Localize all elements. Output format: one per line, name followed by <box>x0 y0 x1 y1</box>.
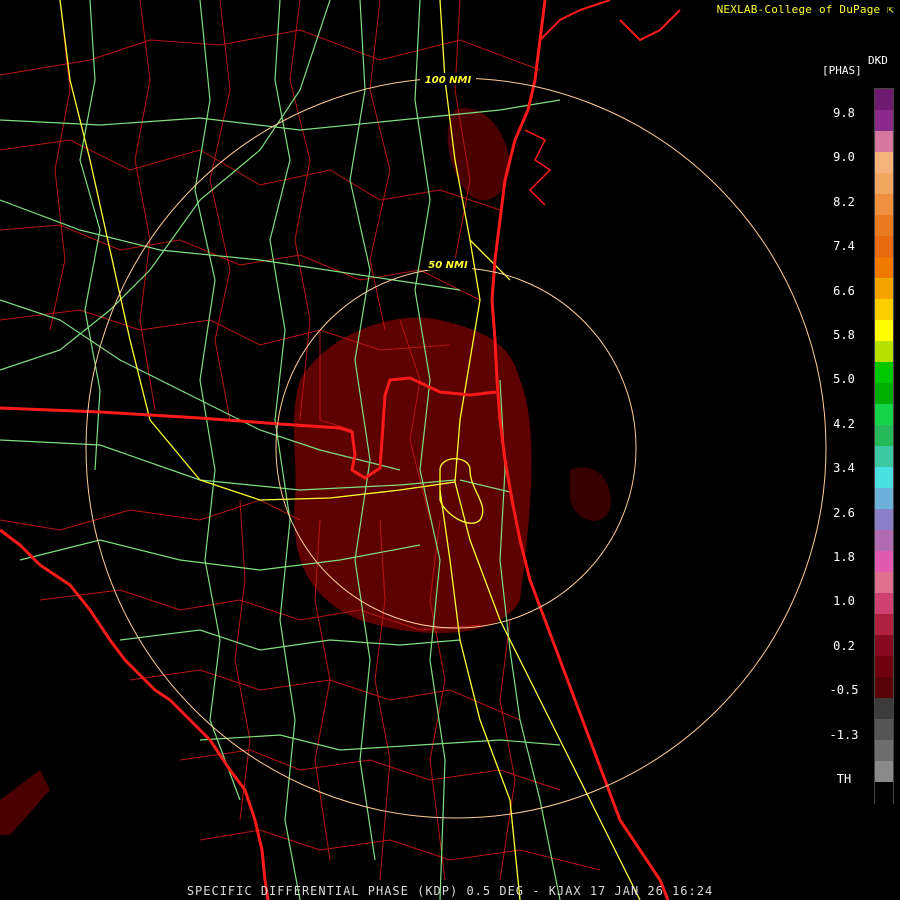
legend-tick-label: 6.6 <box>833 283 855 298</box>
legend-color-segment <box>875 551 893 573</box>
legend-tick-label: 5.0 <box>833 372 855 387</box>
legend-tick-label: -1.3 <box>829 727 859 742</box>
legend-color-segment <box>875 509 893 531</box>
legend-color-segment <box>875 341 893 363</box>
legend-color-segment <box>875 698 893 720</box>
legend-color-segment <box>875 257 893 279</box>
legend-color-segment <box>875 299 893 321</box>
legend-color-segment <box>875 572 893 594</box>
legend-tick-label: 1.8 <box>833 550 855 564</box>
legend-color-bar <box>874 88 894 804</box>
legend-tick-label: TH <box>836 772 852 786</box>
legend-color-segment <box>875 488 893 510</box>
legend-color-segment <box>875 89 893 111</box>
legend-color-segment <box>875 467 893 489</box>
legend-product-code: DKD <box>868 54 888 67</box>
legend-color-segment <box>875 719 893 741</box>
legend-color-segment <box>875 173 893 195</box>
legend-tick-label: -0.5 <box>829 683 859 698</box>
legend-tick-label: 4.2 <box>833 416 855 431</box>
legend-units: [PHAS] <box>822 64 862 77</box>
color-legend: DKD [PHAS] 9.8 9.0 8.2 7.4 6.6 5.8 5.0 4.2 3.4 2.… <box>818 54 900 804</box>
ring-label-50nmi: 50 NMI <box>428 260 468 271</box>
legend-color-segment <box>875 194 893 216</box>
legend-color-segment <box>875 677 893 699</box>
credit-label: NEXLAB-College of DuPage ⇱ <box>716 3 894 16</box>
legend-color-segment <box>875 383 893 405</box>
legend-color-segment <box>875 782 893 804</box>
legend-color-segment <box>875 320 893 342</box>
legend-tick-label: 8.2 <box>833 194 855 209</box>
legend-color-segment <box>875 635 893 657</box>
legend-color-segment <box>875 278 893 300</box>
legend-color-segment <box>875 656 893 678</box>
legend-color-segment <box>875 761 893 783</box>
legend-color-segment <box>875 215 893 237</box>
legend-color-segment <box>875 404 893 426</box>
legend-color-segment <box>875 362 893 384</box>
legend-color-segment <box>875 446 893 468</box>
product-caption: SPECIFIC DIFFERENTIAL PHASE (KDP) 0.5 DE… <box>186 884 714 898</box>
legend-color-segment <box>875 593 893 615</box>
legend-color-segment <box>875 530 893 552</box>
ring-label-100nmi: 100 NMI <box>425 75 472 86</box>
legend-tick-label: 0.2 <box>833 638 855 653</box>
legend-color-segment <box>875 131 893 153</box>
legend-color-segment <box>875 425 893 447</box>
legend-tick-label: 3.4 <box>833 461 855 476</box>
legend-tick-label: 5.8 <box>833 328 855 342</box>
legend-color-segment <box>875 236 893 258</box>
legend-color-segment <box>875 614 893 636</box>
legend-tick-label: 1.0 <box>833 594 855 609</box>
legend-tick-label: 2.6 <box>833 505 855 520</box>
legend-color-segment <box>875 740 893 762</box>
radar-map: 50 NMI 100 NMI <box>0 0 900 900</box>
legend-tick-label: 9.0 <box>833 150 855 165</box>
legend-tick-label: 9.8 <box>833 106 855 120</box>
legend-color-segment <box>875 152 893 174</box>
legend-tick-label: 7.4 <box>833 239 855 254</box>
legend-color-segment <box>875 110 893 132</box>
